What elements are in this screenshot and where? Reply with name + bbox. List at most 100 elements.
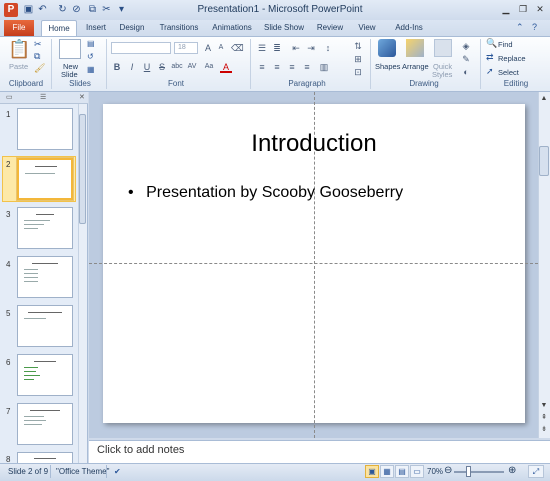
minimize-ribbon-icon[interactable]: ⌃ [516, 22, 524, 33]
paste-icon[interactable]: 📋 [8, 40, 30, 58]
find-icon[interactable]: 🔍 [486, 39, 497, 48]
minimize-icon[interactable]: ▁ [498, 2, 514, 16]
select-icon[interactable]: ➚ [486, 67, 494, 76]
powerpoint-logo-icon[interactable]: P [4, 3, 18, 17]
editor-scroll-thumb[interactable] [539, 146, 549, 176]
horizontal-guide[interactable] [89, 263, 538, 264]
undo-icon[interactable]: ↶ [36, 3, 49, 17]
repeat-icon[interactable]: ⊘ [70, 3, 83, 17]
zoom-level[interactable]: 70% [427, 467, 443, 476]
tab-transitions[interactable]: Transitions [155, 20, 203, 36]
italic-icon[interactable]: I [126, 61, 138, 73]
zoom-out-icon[interactable]: ⊖ [444, 465, 452, 476]
paste-button[interactable]: Paste [9, 62, 28, 71]
justify-icon[interactable]: ≡ [301, 61, 313, 73]
slides-tab-icon[interactable]: ▭ [6, 93, 13, 101]
font-color-icon[interactable]: A [220, 61, 232, 73]
theme-status[interactable]: "Office Theme" [56, 467, 109, 476]
tab-slide-show[interactable]: Slide Show [261, 20, 307, 36]
shapes-button[interactable]: Shapes [375, 62, 400, 71]
character-spacing-icon[interactable]: Aa [203, 61, 215, 73]
align-left-icon[interactable]: ≡ [256, 61, 268, 73]
smartart-icon[interactable]: ⊡ [352, 66, 364, 78]
reading-view-icon[interactable]: ▤ [395, 465, 409, 478]
spell-check-icon[interactable]: ✔ [114, 467, 121, 476]
scroll-up-icon[interactable]: ▲ [539, 93, 549, 104]
quick-styles-icon[interactable] [434, 39, 452, 57]
replace-button[interactable]: Replace [498, 54, 526, 63]
bold-icon[interactable]: B [111, 61, 123, 73]
redo-icon[interactable]: ↻ [56, 3, 69, 17]
editor-scrollbar[interactable] [538, 92, 550, 438]
grow-font-icon[interactable]: A [202, 42, 214, 54]
strikethrough-icon[interactable]: S [156, 61, 168, 73]
slide-sorter-icon[interactable]: ▦ [380, 465, 394, 478]
slide-title[interactable]: Introduction [103, 130, 525, 158]
change-case-icon[interactable]: AV [186, 61, 198, 73]
cut-icon[interactable]: ✂ [34, 40, 42, 49]
next-slide-icon[interactable]: ⇟ [539, 424, 549, 435]
shape-effects-icon[interactable]: ◐ [460, 66, 472, 78]
copy-icon[interactable]: ⧉ [34, 52, 40, 61]
replace-icon[interactable]: ⇄ [486, 53, 494, 62]
fit-slide-icon[interactable]: ⤢ [528, 465, 544, 478]
bullets-icon[interactable]: ☰ [256, 42, 268, 54]
zoom-slider-knob[interactable] [466, 466, 471, 477]
shapes-icon[interactable] [378, 39, 396, 57]
copy-icon[interactable]: ⧉ [86, 3, 99, 17]
scroll-down-icon[interactable]: ▼ [539, 400, 549, 411]
clear-formatting-icon[interactable]: ⌫ [231, 42, 244, 54]
format-painter-icon[interactable]: 🖌 [34, 64, 45, 73]
align-center-icon[interactable]: ≡ [271, 61, 283, 73]
cut-icon[interactable]: ✂ [100, 3, 113, 17]
tab-design[interactable]: Design [115, 20, 149, 36]
shrink-font-icon[interactable]: A [215, 42, 227, 54]
align-text-icon[interactable]: ⊞ [352, 53, 364, 65]
previous-slide-icon[interactable]: ⇞ [539, 412, 549, 423]
outline-tab-icon[interactable]: ☰ [40, 93, 46, 101]
tab-home[interactable]: Home [41, 20, 77, 36]
close-panel-icon[interactable]: ✕ [79, 93, 85, 101]
tab-view[interactable]: View [353, 20, 381, 36]
save-icon[interactable]: ▣ [22, 3, 35, 17]
customize-qat-icon[interactable]: ▾ [115, 3, 128, 17]
increase-indent-icon[interactable]: ⇥ [305, 42, 317, 54]
find-button[interactable]: Find [498, 40, 513, 49]
font-name-combo[interactable] [111, 42, 171, 54]
slide-thumbnail-1[interactable] [17, 108, 73, 150]
underline-icon[interactable]: U [141, 61, 153, 73]
notes-placeholder[interactable]: Click to add notes [97, 444, 184, 456]
tab-add-ins[interactable]: Add-Ins [389, 20, 429, 36]
tab-file[interactable]: File [4, 20, 34, 36]
line-spacing-icon[interactable]: ↕ [322, 42, 334, 54]
tab-animations[interactable]: Animations [209, 20, 255, 36]
text-direction-icon[interactable]: ⇅ [352, 40, 364, 52]
slide-thumbnail-3[interactable] [17, 207, 73, 249]
restore-icon[interactable]: ❐ [515, 2, 531, 16]
shape-outline-icon[interactable]: ✎ [460, 53, 472, 65]
slide-thumbnail-7[interactable] [17, 403, 73, 445]
slide-thumbnail-4[interactable] [17, 256, 73, 298]
close-icon[interactable]: ✕ [532, 2, 548, 16]
select-button[interactable]: Select [498, 68, 519, 77]
tab-review[interactable]: Review [313, 20, 347, 36]
new-slide-icon[interactable] [59, 39, 81, 59]
layout-icon[interactable]: ▤ [87, 40, 95, 48]
slide-thumbnail-6[interactable] [17, 354, 73, 396]
shape-fill-icon[interactable]: ◈ [460, 40, 472, 52]
reset-icon[interactable]: ↺ [87, 53, 94, 61]
font-size-combo[interactable]: 18 [174, 42, 198, 54]
zoom-slider[interactable] [454, 471, 504, 473]
arrange-button[interactable]: Arrange [402, 62, 429, 71]
normal-view-icon[interactable]: ▣ [365, 465, 379, 478]
columns-icon[interactable]: ▥ [318, 61, 330, 73]
slide-thumbnail-2[interactable] [17, 158, 73, 200]
slide-bullet-text[interactable]: • Presentation by Scooby Gooseberry [128, 184, 403, 202]
help-icon[interactable]: ? [532, 22, 537, 32]
slide-thumbnail-5[interactable] [17, 305, 73, 347]
numbering-icon[interactable]: ≣ [271, 42, 283, 54]
slide-thumbnail-8[interactable] [17, 452, 73, 463]
character-spacing-icon[interactable]: abc [171, 61, 183, 73]
decrease-indent-icon[interactable]: ⇤ [290, 42, 302, 54]
align-right-icon[interactable]: ≡ [286, 61, 298, 73]
